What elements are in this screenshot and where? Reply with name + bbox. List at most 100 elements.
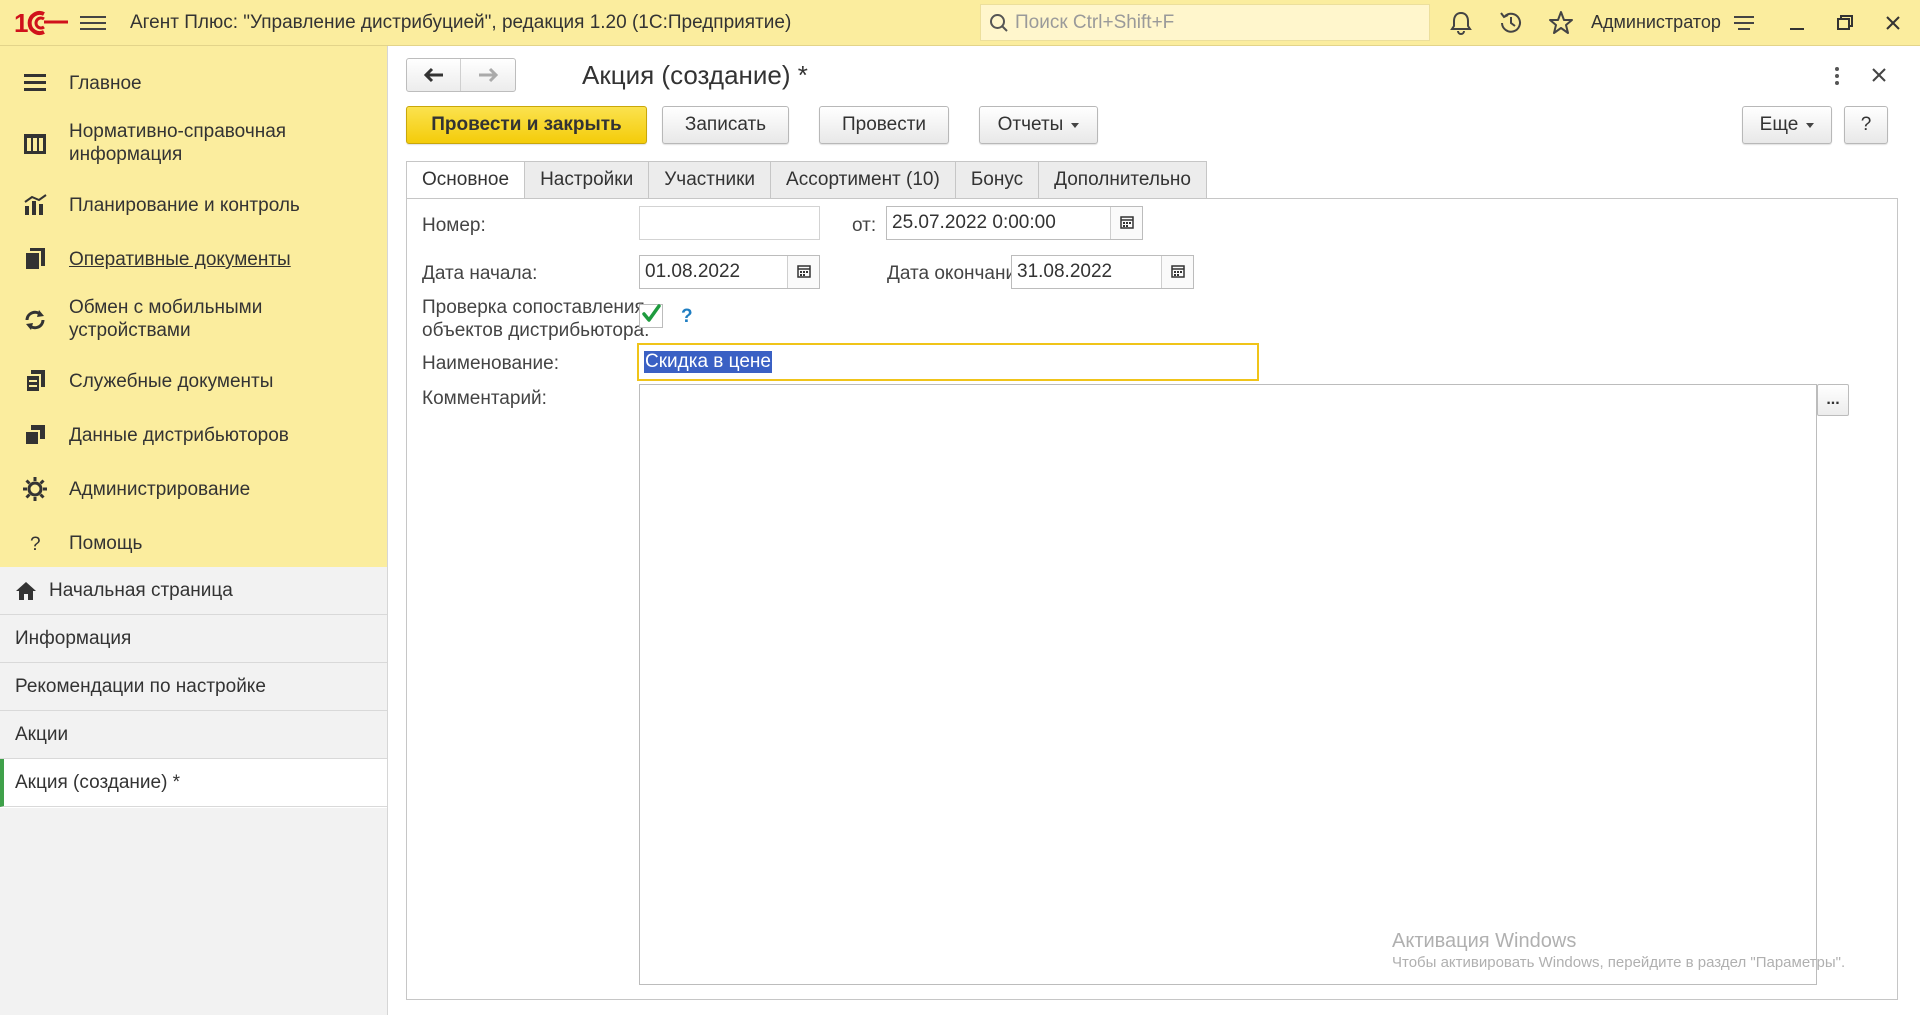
open-window-label: Акция (создание) * [15,771,181,793]
sidebar-item-label: Обмен с мобильными устройствами [69,297,263,341]
open-window-promotions[interactable]: Акции [0,711,387,759]
tab-main[interactable]: Основное [406,161,526,199]
sidebar-item-main[interactable]: Главное [0,60,387,106]
restore-icon[interactable] [1830,9,1860,37]
svg-text:?: ? [30,534,41,555]
user-name[interactable]: Администратор [1591,12,1721,33]
check-mapping-label-line2: объектов дистрибьютора: [422,320,650,341]
end-date-field[interactable]: 31.08.2022 [1011,255,1194,289]
start-date-field[interactable]: 01.08.2022 [639,255,820,289]
sidebar: Главное Нормативно-справочная информация… [0,46,388,1015]
sidebar-item-label: Главное [69,73,142,94]
sidebar-item-distributor-data[interactable]: Данные дистрибьюторов [0,412,387,458]
name-value: Скидка в цене [644,351,772,373]
end-date-value: 31.08.2022 [1017,261,1113,282]
calendar-button[interactable] [1110,207,1142,239]
reports-label: Отчеты [997,114,1064,135]
1c-logo-icon[interactable]: 1 [14,8,70,38]
calendar-button[interactable] [1161,256,1193,288]
arrow-right-icon [479,67,499,83]
sidebar-item-operational-docs[interactable]: Оперативные документы [0,236,387,282]
page-title: Акция (создание) * [582,60,808,90]
bar-chart-icon [24,194,47,215]
date-from-field[interactable]: 25.07.2022 0:00:00 [886,206,1143,240]
back-button[interactable] [407,59,461,91]
tab-settings[interactable]: Настройки [525,161,650,199]
open-windows-list: Начальная страница Информация Рекомендац… [0,567,387,807]
comment-label: Комментарий: [422,388,547,409]
comment-textarea[interactable] [639,384,1817,985]
post-and-close-button[interactable]: Провести и закрыть [406,106,647,144]
minimize-icon[interactable] [1782,9,1812,37]
search-input[interactable] [1015,5,1415,40]
more-label: Еще [1759,114,1799,135]
section-panel: Главное Нормативно-справочная информация… [0,46,387,567]
open-window-home[interactable]: Начальная страница [0,567,387,615]
main-menu-icon[interactable] [80,12,106,34]
menu-lines-icon [24,74,46,91]
tab-additional[interactable]: Дополнительно [1039,161,1207,199]
start-date-label: Дата начала: [422,263,538,284]
tab-panel-main: Номер: от: 25.07.2022 0:00:00 Дата начал… [406,198,1898,1000]
sidebar-item-label: Оперативные документы [69,249,291,270]
comment-expand-button[interactable]: ... [1817,384,1849,416]
forward-button[interactable] [461,59,515,91]
svg-text:1: 1 [14,8,28,38]
sidebar-item-mobile-exchange[interactable]: Обмен с мобильными устройствами [0,290,387,350]
tab-assortment[interactable]: Ассортимент (10) [771,161,956,199]
documents-icon [24,248,45,271]
sidebar-item-label: Администрирование [69,479,251,500]
open-window-label: Рекомендации по настройке [15,675,266,697]
app-title: Агент Плюс: "Управление дистрибуцией", р… [130,12,792,33]
calendar-button[interactable] [787,256,819,288]
help-button[interactable]: ? [1844,106,1888,144]
more-actions-icon[interactable] [1834,64,1840,88]
windows-activation-title: Активация Windows [1392,930,1577,952]
sidebar-item-service-docs[interactable]: Служебные документы [0,358,387,404]
windows-activation-subtitle: Чтобы активировать Windows, перейдите в … [1392,954,1846,971]
chevron-down-icon [1806,122,1815,128]
sidebar-item-help[interactable]: ? Помощь [0,520,387,566]
open-window-recommendations[interactable]: Рекомендации по настройке [0,663,387,711]
check-mapping-checkbox[interactable] [639,304,663,328]
settings-lines-icon[interactable] [1730,9,1758,37]
star-icon[interactable] [1547,9,1575,37]
bell-icon[interactable] [1447,9,1475,37]
post-button[interactable]: Провести [819,106,949,144]
sidebar-item-administration[interactable]: Администрирование [0,466,387,512]
service-docs-icon [25,370,45,393]
date-from-label: от: [852,215,877,236]
title-bar: 1 Агент Плюс: "Управление дистрибуцией",… [0,0,1920,46]
sidebar-item-reference[interactable]: Нормативно-справочная информация [0,114,387,174]
close-icon[interactable] [1870,66,1888,84]
nav-buttons [406,58,516,92]
arrow-left-icon [423,67,443,83]
sync-icon [25,310,45,330]
reports-button[interactable]: Отчеты [979,106,1098,144]
sidebar-item-planning[interactable]: Планирование и контроль [0,182,387,228]
number-field[interactable] [639,206,820,240]
history-icon[interactable] [1497,9,1525,37]
open-window-label: Информация [15,627,132,649]
tab-bonus[interactable]: Бонус [955,161,1040,199]
close-window-icon[interactable] [1878,9,1908,37]
tab-participants[interactable]: Участники [649,161,772,199]
search-box[interactable] [980,4,1430,41]
save-button[interactable]: Записать [662,106,789,144]
more-button[interactable]: Еще [1742,106,1832,144]
calendar-icon [1171,265,1185,278]
end-date-label: Дата окончания: [887,263,1032,284]
sidebar-item-label: Планирование и контроль [69,195,300,216]
open-window-promotion-create[interactable]: Акция (создание) * [0,759,387,807]
question-icon: ? [30,534,41,555]
gear-icon [23,477,47,501]
calendar-icon [1120,216,1134,229]
chevron-down-icon [1071,122,1080,128]
form-tabs: Основное Настройки Участники Ассортимент… [406,161,1207,199]
name-input[interactable]: Скидка в цене [637,343,1259,381]
start-date-value: 01.08.2022 [645,261,741,282]
open-window-info[interactable]: Информация [0,615,387,663]
number-label: Номер: [422,215,486,236]
date-from-value: 25.07.2022 0:00:00 [892,212,1056,233]
check-help-link[interactable]: ? [681,306,693,328]
